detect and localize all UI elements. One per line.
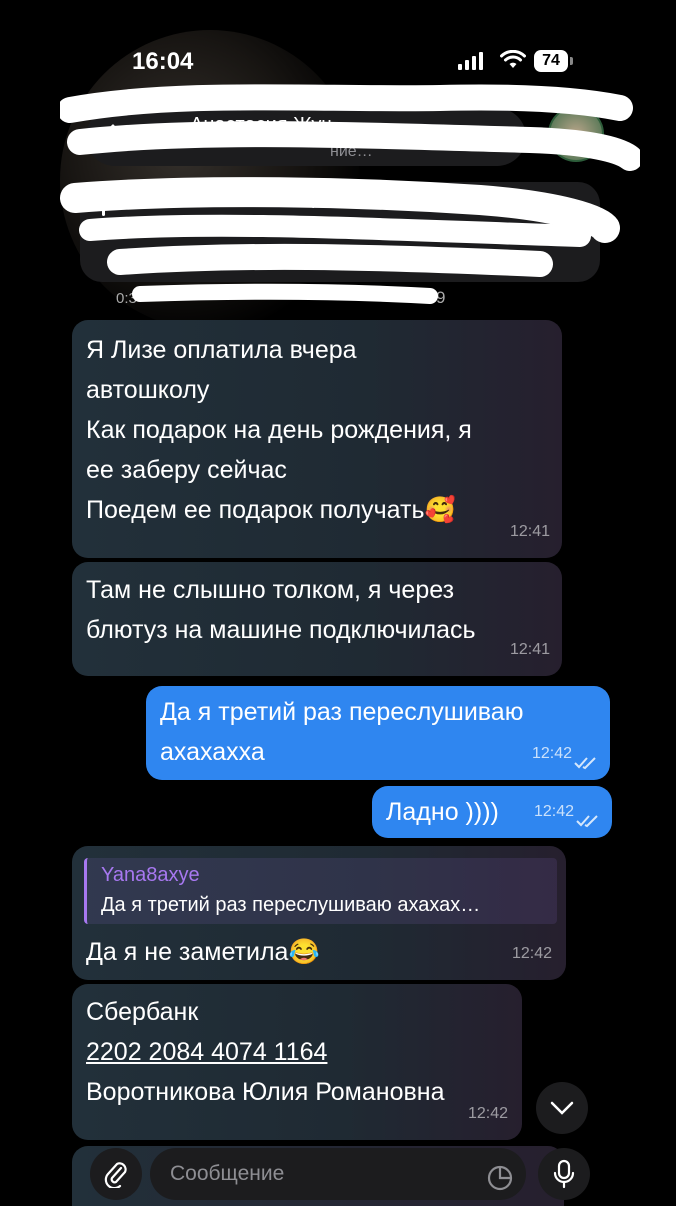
- message-time: 12:41: [509, 641, 550, 658]
- message-time: 12:41: [509, 523, 550, 540]
- paperclip-icon: [104, 1162, 127, 1188]
- read-checkmarks-icon: [576, 815, 598, 828]
- microphone-icon: [553, 1159, 575, 1189]
- message-line: ее заберу сейчас: [86, 456, 287, 484]
- chevron-down-icon: [550, 1101, 574, 1115]
- message-line: Поедем ее подарок получать🥰: [86, 496, 456, 524]
- read-checkmarks-icon: [574, 757, 596, 770]
- message-line: ахахахха: [160, 738, 265, 766]
- message-time: 12:42: [531, 745, 572, 762]
- sticker-icon[interactable]: [486, 1164, 514, 1192]
- message-time: 12:42: [533, 803, 574, 820]
- message-time: 12:42: [511, 945, 552, 962]
- incoming-message[interactable]: Я Лизе оплатила вчера автошколу Как пода…: [72, 320, 562, 558]
- battery-icon: 74: [534, 50, 573, 72]
- reply-author: Yana8axye: [101, 864, 200, 886]
- message-line: Да я третий раз переслушиваю: [160, 698, 524, 726]
- card-number-link[interactable]: 2202 2084 4074 1164: [86, 1032, 508, 1072]
- attach-button[interactable]: [90, 1148, 142, 1200]
- message-time: 12:42: [467, 1105, 508, 1122]
- scroll-down-button[interactable]: [536, 1082, 588, 1134]
- microphone-button[interactable]: [538, 1148, 590, 1200]
- message-line: автошколу: [86, 376, 210, 404]
- message-line: Воротникова Юлия Романовна: [86, 1078, 445, 1106]
- incoming-message[interactable]: Yana8axye Да я третий раз переслушиваю а…: [72, 846, 566, 980]
- status-time: 16:04: [132, 48, 194, 75]
- reply-text: Да я третий раз переслушиваю ахахах…: [101, 894, 481, 916]
- message-line: блютуз на машине подключилась: [86, 616, 476, 644]
- message-line: Там не слышно толком, я через: [86, 576, 455, 604]
- message-line: Сбербанк: [86, 998, 199, 1026]
- outgoing-message[interactable]: Да я третий раз переслушиваю ахахахха 12…: [146, 686, 610, 780]
- signal-icon: [458, 52, 483, 70]
- wifi-icon: [500, 50, 526, 68]
- message-input[interactable]: [150, 1148, 526, 1200]
- incoming-message[interactable]: Там не слышно толком, я через блютуз на …: [72, 562, 562, 676]
- outgoing-message[interactable]: Ладно )))) 12:42: [372, 786, 612, 838]
- message-line: Как подарок на день рождения, я: [86, 416, 472, 444]
- reply-quote[interactable]: Yana8axye Да я третий раз переслушиваю а…: [84, 858, 557, 924]
- incoming-message[interactable]: Сбербанк 2202 2084 4074 1164 Воротникова…: [72, 984, 522, 1140]
- redaction-scribble: [60, 84, 640, 304]
- message-line: Да я не заметила😂: [86, 938, 320, 966]
- message-line: Я Лизе оплатила вчера: [86, 336, 357, 364]
